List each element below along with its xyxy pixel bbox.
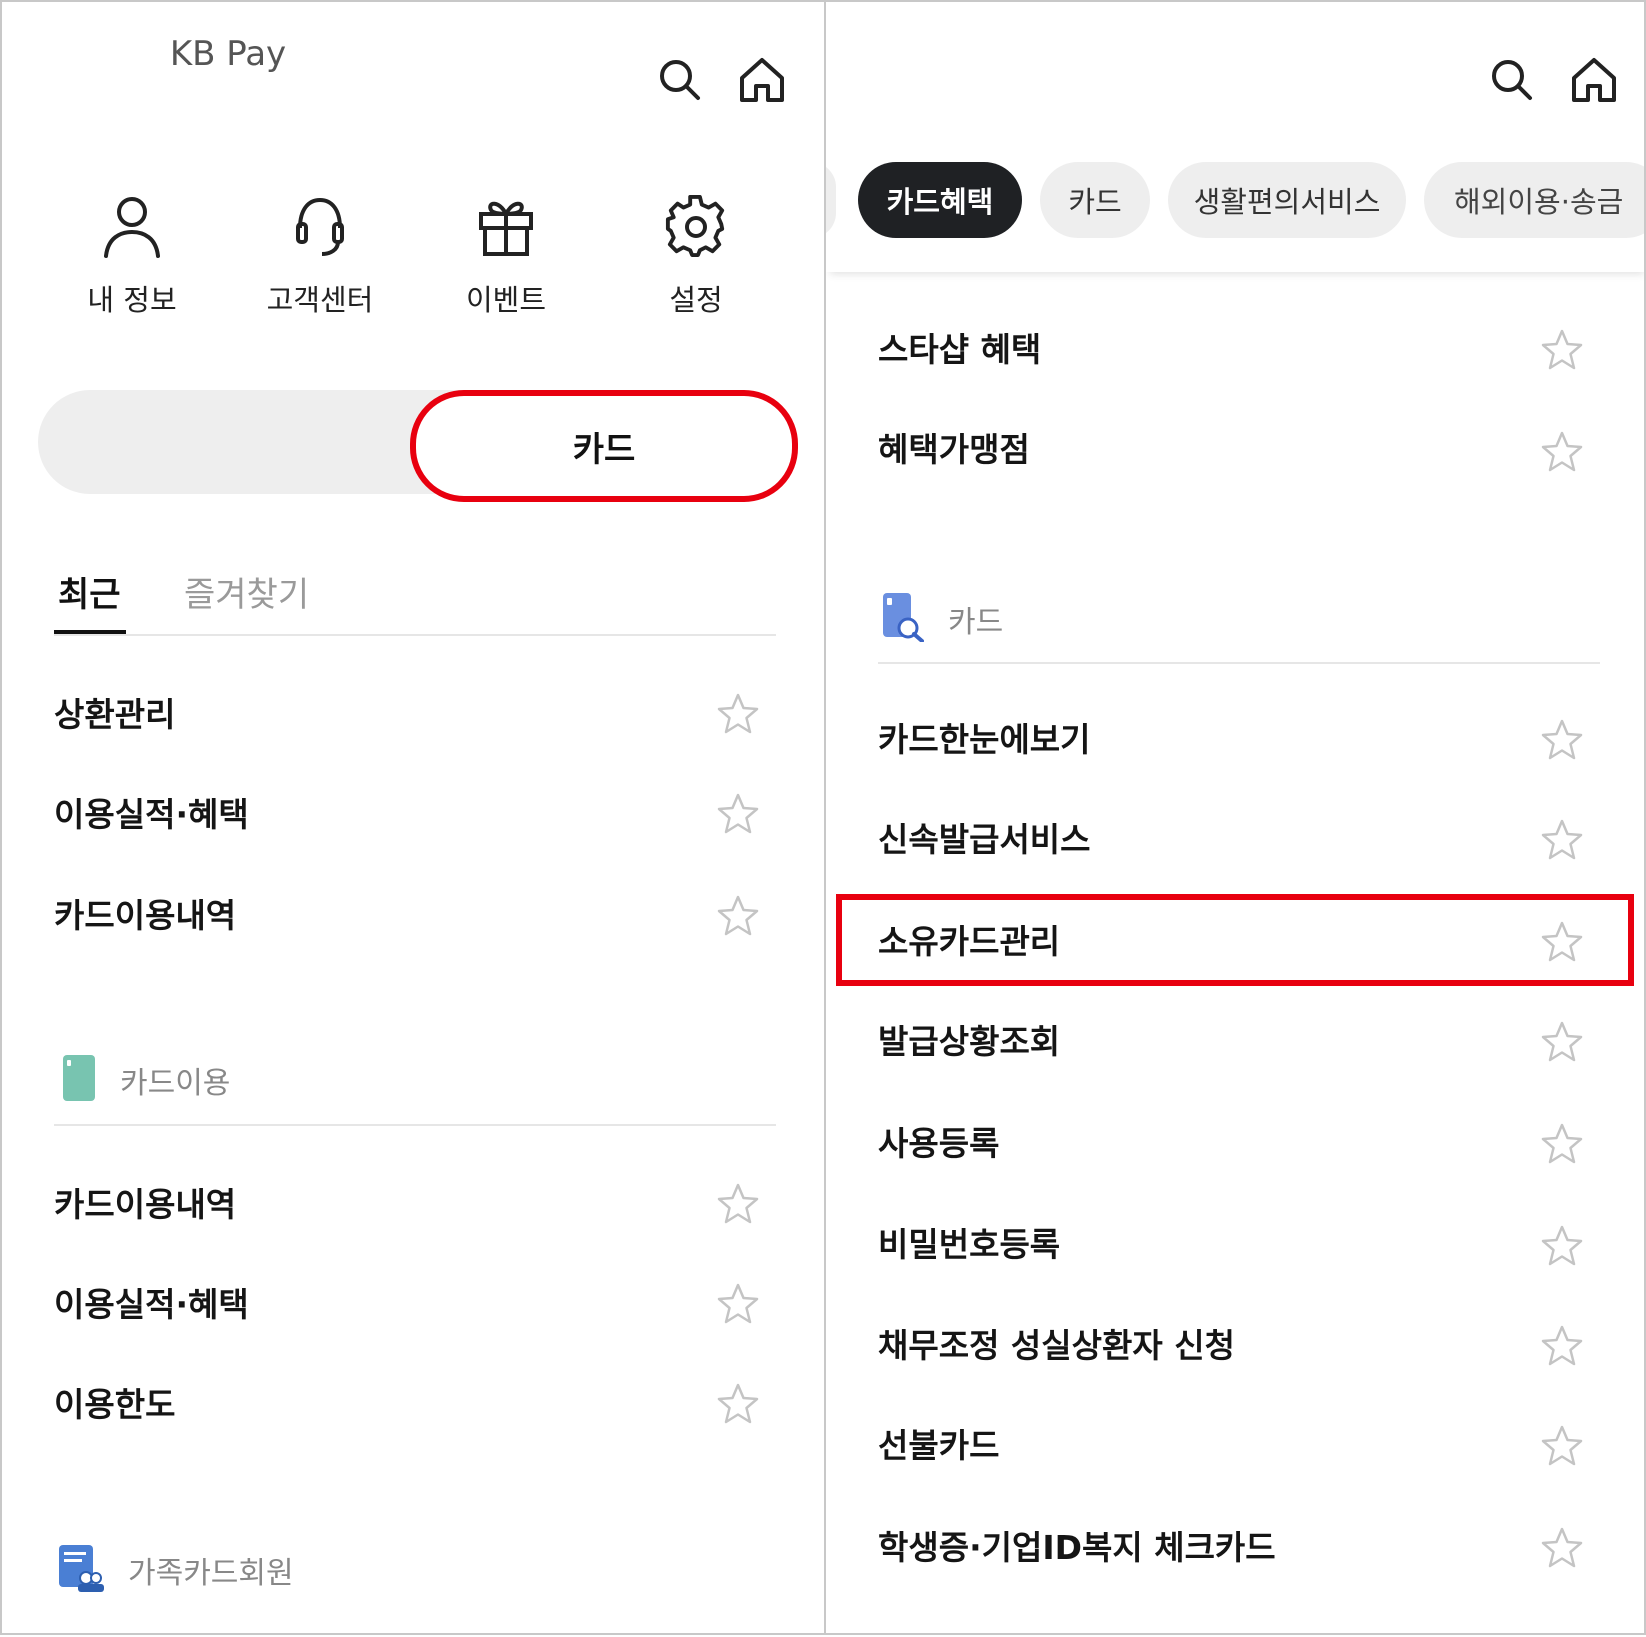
menu-item[interactable]: 채무조정 성실상환자 신청	[878, 1298, 1235, 1388]
menu-item[interactable]: 이용실적·혜택	[54, 767, 249, 857]
menu-item-label: 이용실적·혜택	[54, 1285, 249, 1324]
menu-item-label: 선불카드	[878, 1426, 1000, 1465]
menu-item-label: 이용한도	[54, 1385, 176, 1424]
chip-partial[interactable]	[826, 162, 836, 238]
section-header-family-card: 가족카드회원	[58, 1544, 294, 1596]
menu-item-label: 채무조정 성실상환자 신청	[878, 1326, 1235, 1365]
category-chip-bar: 카드혜택 카드 생활편의서비스 해외이용·송금	[826, 142, 1644, 272]
chip-card-benefit[interactable]: 카드혜택	[858, 162, 1022, 238]
menu-item[interactable]: 상환관리	[54, 667, 175, 757]
menu-item[interactable]: 선불카드	[878, 1398, 999, 1488]
section-header-card-use: 카드이용	[62, 1054, 230, 1106]
quick-menu-label: 이벤트	[465, 283, 547, 317]
menu-item[interactable]: 카드한눈에보기	[878, 692, 1091, 782]
menu-item-label: 학생증·기업ID복지 체크카드	[878, 1528, 1276, 1567]
quick-menu-event[interactable]: 이벤트	[416, 187, 596, 319]
menu-item-label: 비밀번호등록	[878, 1225, 1061, 1264]
menu-item[interactable]: 스타샵 혜택	[878, 302, 1041, 392]
star-icon[interactable]	[1540, 818, 1584, 862]
tab-favorites[interactable]: 즐겨찾기	[184, 567, 309, 616]
star-icon[interactable]	[1540, 1020, 1584, 1064]
menu-item[interactable]: 신속발급서비스	[878, 792, 1091, 882]
chip-lifestyle-service[interactable]: 생활편의서비스	[1168, 162, 1406, 238]
menu-item[interactable]: 학생증·기업ID복지 체크카드	[878, 1500, 1276, 1590]
segment-kbpay[interactable]: KB Pay	[38, 2, 418, 106]
menu-item-label: 카드이용내역	[54, 1185, 237, 1224]
menu-item-label: 카드이용내역	[54, 896, 237, 935]
quick-menu-settings[interactable]: 설정	[606, 187, 786, 319]
quick-menu-label: 고객센터	[266, 283, 374, 317]
menu-item[interactable]: 혜택가맹점	[878, 402, 1030, 492]
menu-item-label: 사용등록	[878, 1124, 1000, 1163]
star-icon[interactable]	[1540, 328, 1584, 372]
section-label: 카드이용	[120, 1066, 231, 1101]
menu-item[interactable]: 카드이용내역	[54, 1157, 236, 1247]
search-icon[interactable]	[1482, 50, 1542, 110]
section-label: 가족카드회원	[128, 1556, 294, 1591]
menu-item[interactable]: 이용한도	[54, 1357, 175, 1447]
family-card-icon	[58, 1544, 104, 1596]
menu-item-label: 혜택가맹점	[878, 430, 1030, 469]
quick-menu-my-info[interactable]: 내 정보	[42, 187, 222, 319]
quick-menu-customer-center[interactable]: 고객센터	[230, 187, 410, 319]
menu-item-label: 상환관리	[54, 695, 176, 734]
star-icon[interactable]	[716, 792, 760, 836]
menu-item-label: 이용실적·혜택	[54, 795, 249, 834]
chip-card[interactable]: 카드	[1040, 162, 1150, 238]
left-screen: 내 정보 고객센터 이벤트 설정 KB Pay 카드 최근 즐겨찾기 상환관리 …	[0, 0, 826, 1635]
menu-item[interactable]: 이용실적·혜택	[54, 1257, 249, 1347]
gear-icon	[606, 187, 786, 267]
star-icon[interactable]	[1540, 718, 1584, 762]
home-icon[interactable]	[1564, 50, 1624, 110]
section-label: 카드	[948, 605, 1004, 640]
star-icon[interactable]	[1540, 1526, 1584, 1570]
quick-menu-label: 내 정보	[87, 283, 177, 317]
star-icon[interactable]	[716, 1382, 760, 1426]
home-icon[interactable]	[732, 50, 792, 110]
person-icon	[42, 187, 222, 267]
divider	[54, 1124, 776, 1126]
search-icon[interactable]	[650, 50, 710, 110]
star-icon[interactable]	[1540, 1122, 1584, 1166]
menu-item[interactable]: 비밀번호등록	[878, 1197, 1060, 1287]
divider	[878, 662, 1600, 664]
right-screen: 카드혜택 카드 생활편의서비스 해외이용·송금 스타샵 혜택 혜택가맹점 카드 …	[824, 0, 1646, 1635]
menu-item-label: 신속발급서비스	[878, 820, 1091, 859]
menu-item-label: 카드한눈에보기	[878, 720, 1091, 759]
star-icon[interactable]	[1540, 1324, 1584, 1368]
star-icon[interactable]	[1540, 430, 1584, 474]
menu-item-label: 스타샵 혜택	[878, 330, 1042, 369]
quick-menu-label: 설정	[669, 283, 723, 317]
tab-recent[interactable]: 최근	[58, 567, 121, 616]
star-icon[interactable]	[716, 692, 760, 736]
star-icon[interactable]	[716, 1282, 760, 1326]
menu-item[interactable]: 발급상황조회	[878, 994, 1060, 1084]
star-icon[interactable]	[716, 894, 760, 938]
star-icon[interactable]	[1540, 1224, 1584, 1268]
star-icon[interactable]	[1540, 1424, 1584, 1468]
star-icon[interactable]	[716, 1182, 760, 1226]
menu-item[interactable]: 사용등록	[878, 1096, 999, 1186]
gift-icon	[416, 187, 596, 267]
menu-item[interactable]: 카드이용내역	[54, 868, 236, 958]
section-header-card: 카드	[882, 592, 1003, 646]
card-search-icon	[882, 592, 924, 646]
chip-overseas[interactable]: 해외이용·송금	[1424, 162, 1644, 238]
menu-item-label: 발급상황조회	[878, 1022, 1061, 1061]
headset-icon	[230, 187, 410, 267]
card-icon	[62, 1054, 96, 1106]
highlight-box	[836, 894, 1634, 986]
divider	[54, 634, 776, 636]
segment-card[interactable]: 카드	[410, 390, 798, 502]
